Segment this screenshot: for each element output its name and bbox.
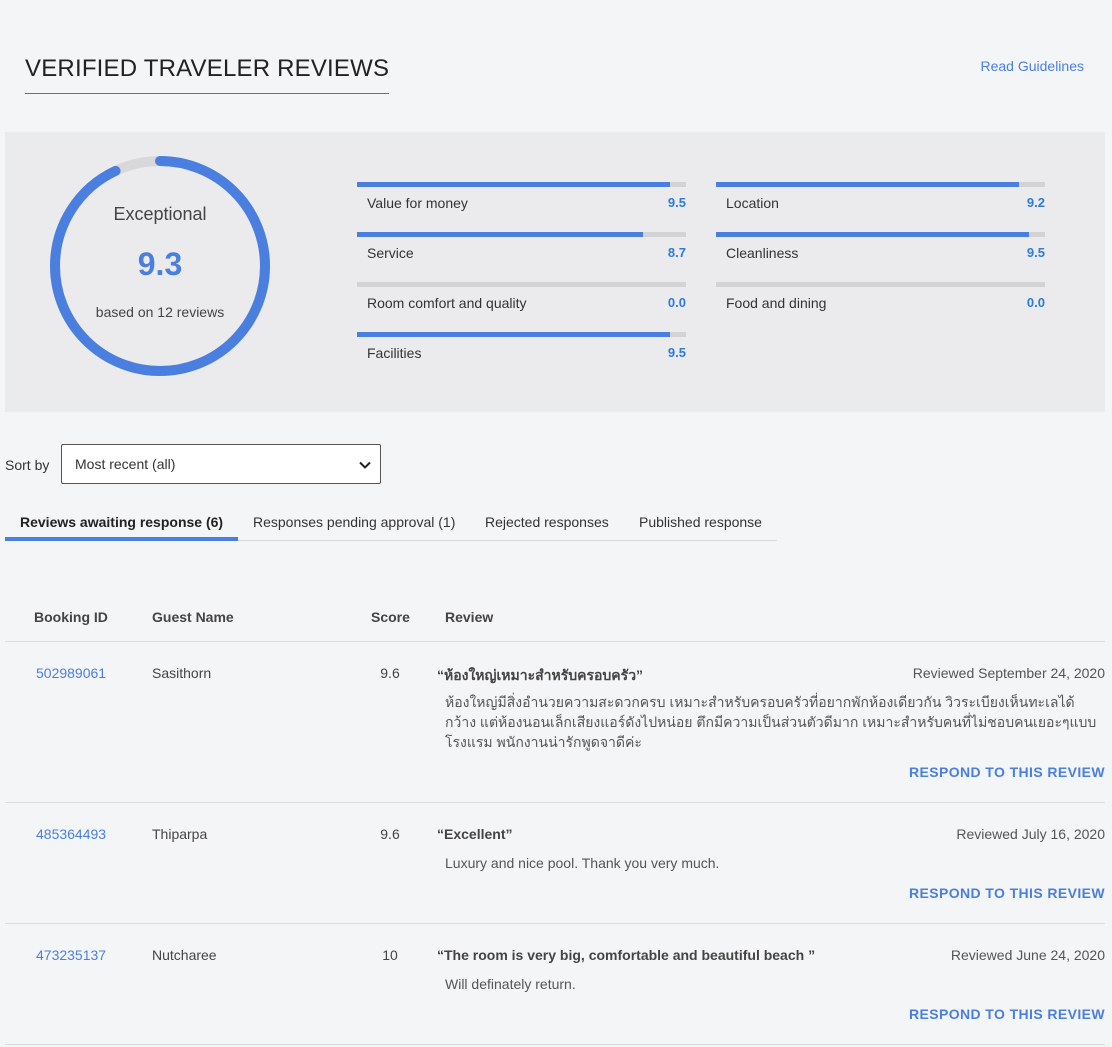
booking-id-link[interactable]: 473235137 <box>36 947 106 963</box>
review-body: ห้องใหญ่มีสิ่งอำนวยความสะดวกครบ เหมาะสำห… <box>445 694 1097 750</box>
active-tab-indicator <box>5 537 238 541</box>
guest-name: Nutcharee <box>152 947 217 963</box>
overall-score-block: Exceptional 9.3 based on 12 reviews <box>50 156 270 376</box>
overall-score: 9.3 <box>137 246 183 282</box>
review-title: “ห้องใหญ่เหมาะสำหรับครอบครัว” <box>437 667 644 683</box>
category-name: Location <box>726 195 779 211</box>
category-name: Food and dining <box>726 295 827 311</box>
category-food-and-dining: Food and dining 0.0 <box>716 282 1045 332</box>
review-title: “Excellent” <box>437 826 513 842</box>
sort-selected-value: Most recent (all) <box>75 456 176 472</box>
column-header-booking-id: Booking ID <box>34 609 108 625</box>
category-bar-track <box>357 232 686 237</box>
booking-id-link[interactable]: 502989061 <box>36 665 106 681</box>
sort-select[interactable]: Most recent (all) <box>61 444 381 484</box>
review-tabs: Reviews awaiting response (6) Responses … <box>5 504 777 541</box>
sort-label: Sort by <box>5 457 50 473</box>
tab-rejected-responses[interactable]: Rejected responses <box>485 514 609 530</box>
category-bar-track <box>357 332 686 337</box>
category-name: Facilities <box>367 345 422 361</box>
review-body: Luxury and nice pool. Thank you very muc… <box>445 855 720 871</box>
respond-to-review-button[interactable]: RESPOND TO THIS REVIEW <box>909 1006 1105 1022</box>
booking-id-link[interactable]: 485364493 <box>36 826 106 842</box>
review-date: Reviewed July 16, 2020 <box>956 826 1105 842</box>
category-room-comfort: Room comfort and quality 0.0 <box>357 282 686 332</box>
category-bar-fill <box>357 232 644 237</box>
category-bar-track <box>716 282 1045 287</box>
category-bar-fill <box>716 182 1019 187</box>
respond-to-review-button[interactable]: RESPOND TO THIS REVIEW <box>909 885 1105 901</box>
table-row: 473235137 Nutcharee 10 “The room is very… <box>5 924 1105 1045</box>
category-bar-fill <box>357 332 670 337</box>
category-name: Cleanliness <box>726 245 799 261</box>
category-name: Value for money <box>367 195 468 211</box>
category-cleanliness: Cleanliness 9.5 <box>716 232 1045 282</box>
category-bar-fill <box>716 232 1029 237</box>
tab-responses-pending-approval[interactable]: Responses pending approval (1) <box>253 514 455 530</box>
review-score: 10 <box>382 947 398 963</box>
review-score: 9.6 <box>380 826 400 842</box>
table-row: 502989061 Sasithorn 9.6 “ห้องใหญ่เหมาะสำ… <box>5 642 1105 803</box>
category-score: 9.5 <box>1026 245 1045 260</box>
column-header-review: Review <box>445 609 494 625</box>
chevron-down-icon <box>359 461 371 469</box>
rating-summary-panel: Exceptional 9.3 based on 12 reviews Valu… <box>5 132 1105 412</box>
category-bar-fill <box>357 182 670 187</box>
category-service: Service 8.7 <box>357 232 686 282</box>
review-score: 9.6 <box>380 665 400 681</box>
guest-name: Sasithorn <box>152 665 212 681</box>
category-location: Location 9.2 <box>716 182 1045 232</box>
review-date: Reviewed September 24, 2020 <box>912 665 1105 681</box>
tab-published-response[interactable]: Published response <box>639 514 762 530</box>
review-date: Reviewed June 24, 2020 <box>950 947 1105 963</box>
tab-reviews-awaiting-response[interactable]: Reviews awaiting response (6) <box>20 514 223 530</box>
review-title: “The room is very big, comfortable and b… <box>437 947 816 963</box>
category-score: 9.5 <box>667 345 686 360</box>
review-body: Will definately return. <box>445 976 576 992</box>
rating-label: Exceptional <box>113 204 207 224</box>
category-bar-track <box>357 282 686 287</box>
category-name: Service <box>367 245 414 261</box>
column-header-guest-name: Guest Name <box>152 609 234 625</box>
respond-to-review-button[interactable]: RESPOND TO THIS REVIEW <box>909 764 1105 780</box>
category-name: Room comfort and quality <box>367 295 527 311</box>
read-guidelines-link[interactable]: Read Guidelines <box>980 58 1084 74</box>
category-score: 9.5 <box>667 195 686 210</box>
table-row: 485364493 Thiparpa 9.6 “Excellent” Revie… <box>5 803 1105 924</box>
column-header-score: Score <box>371 609 410 625</box>
category-bar-track <box>716 182 1045 187</box>
category-bar-track <box>716 232 1045 237</box>
category-score: 0.0 <box>1026 295 1045 310</box>
review-count: based on 12 reviews <box>95 304 225 320</box>
category-bar-track <box>357 182 686 187</box>
category-facilities: Facilities 9.5 <box>357 332 686 382</box>
category-value-for-money: Value for money 9.5 <box>357 182 686 232</box>
category-score: 9.2 <box>1026 195 1045 210</box>
category-score: 0.0 <box>667 295 686 310</box>
guest-name: Thiparpa <box>152 826 208 842</box>
page-title: VERIFIED TRAVELER REVIEWS <box>25 55 390 94</box>
category-score: 8.7 <box>667 245 686 260</box>
